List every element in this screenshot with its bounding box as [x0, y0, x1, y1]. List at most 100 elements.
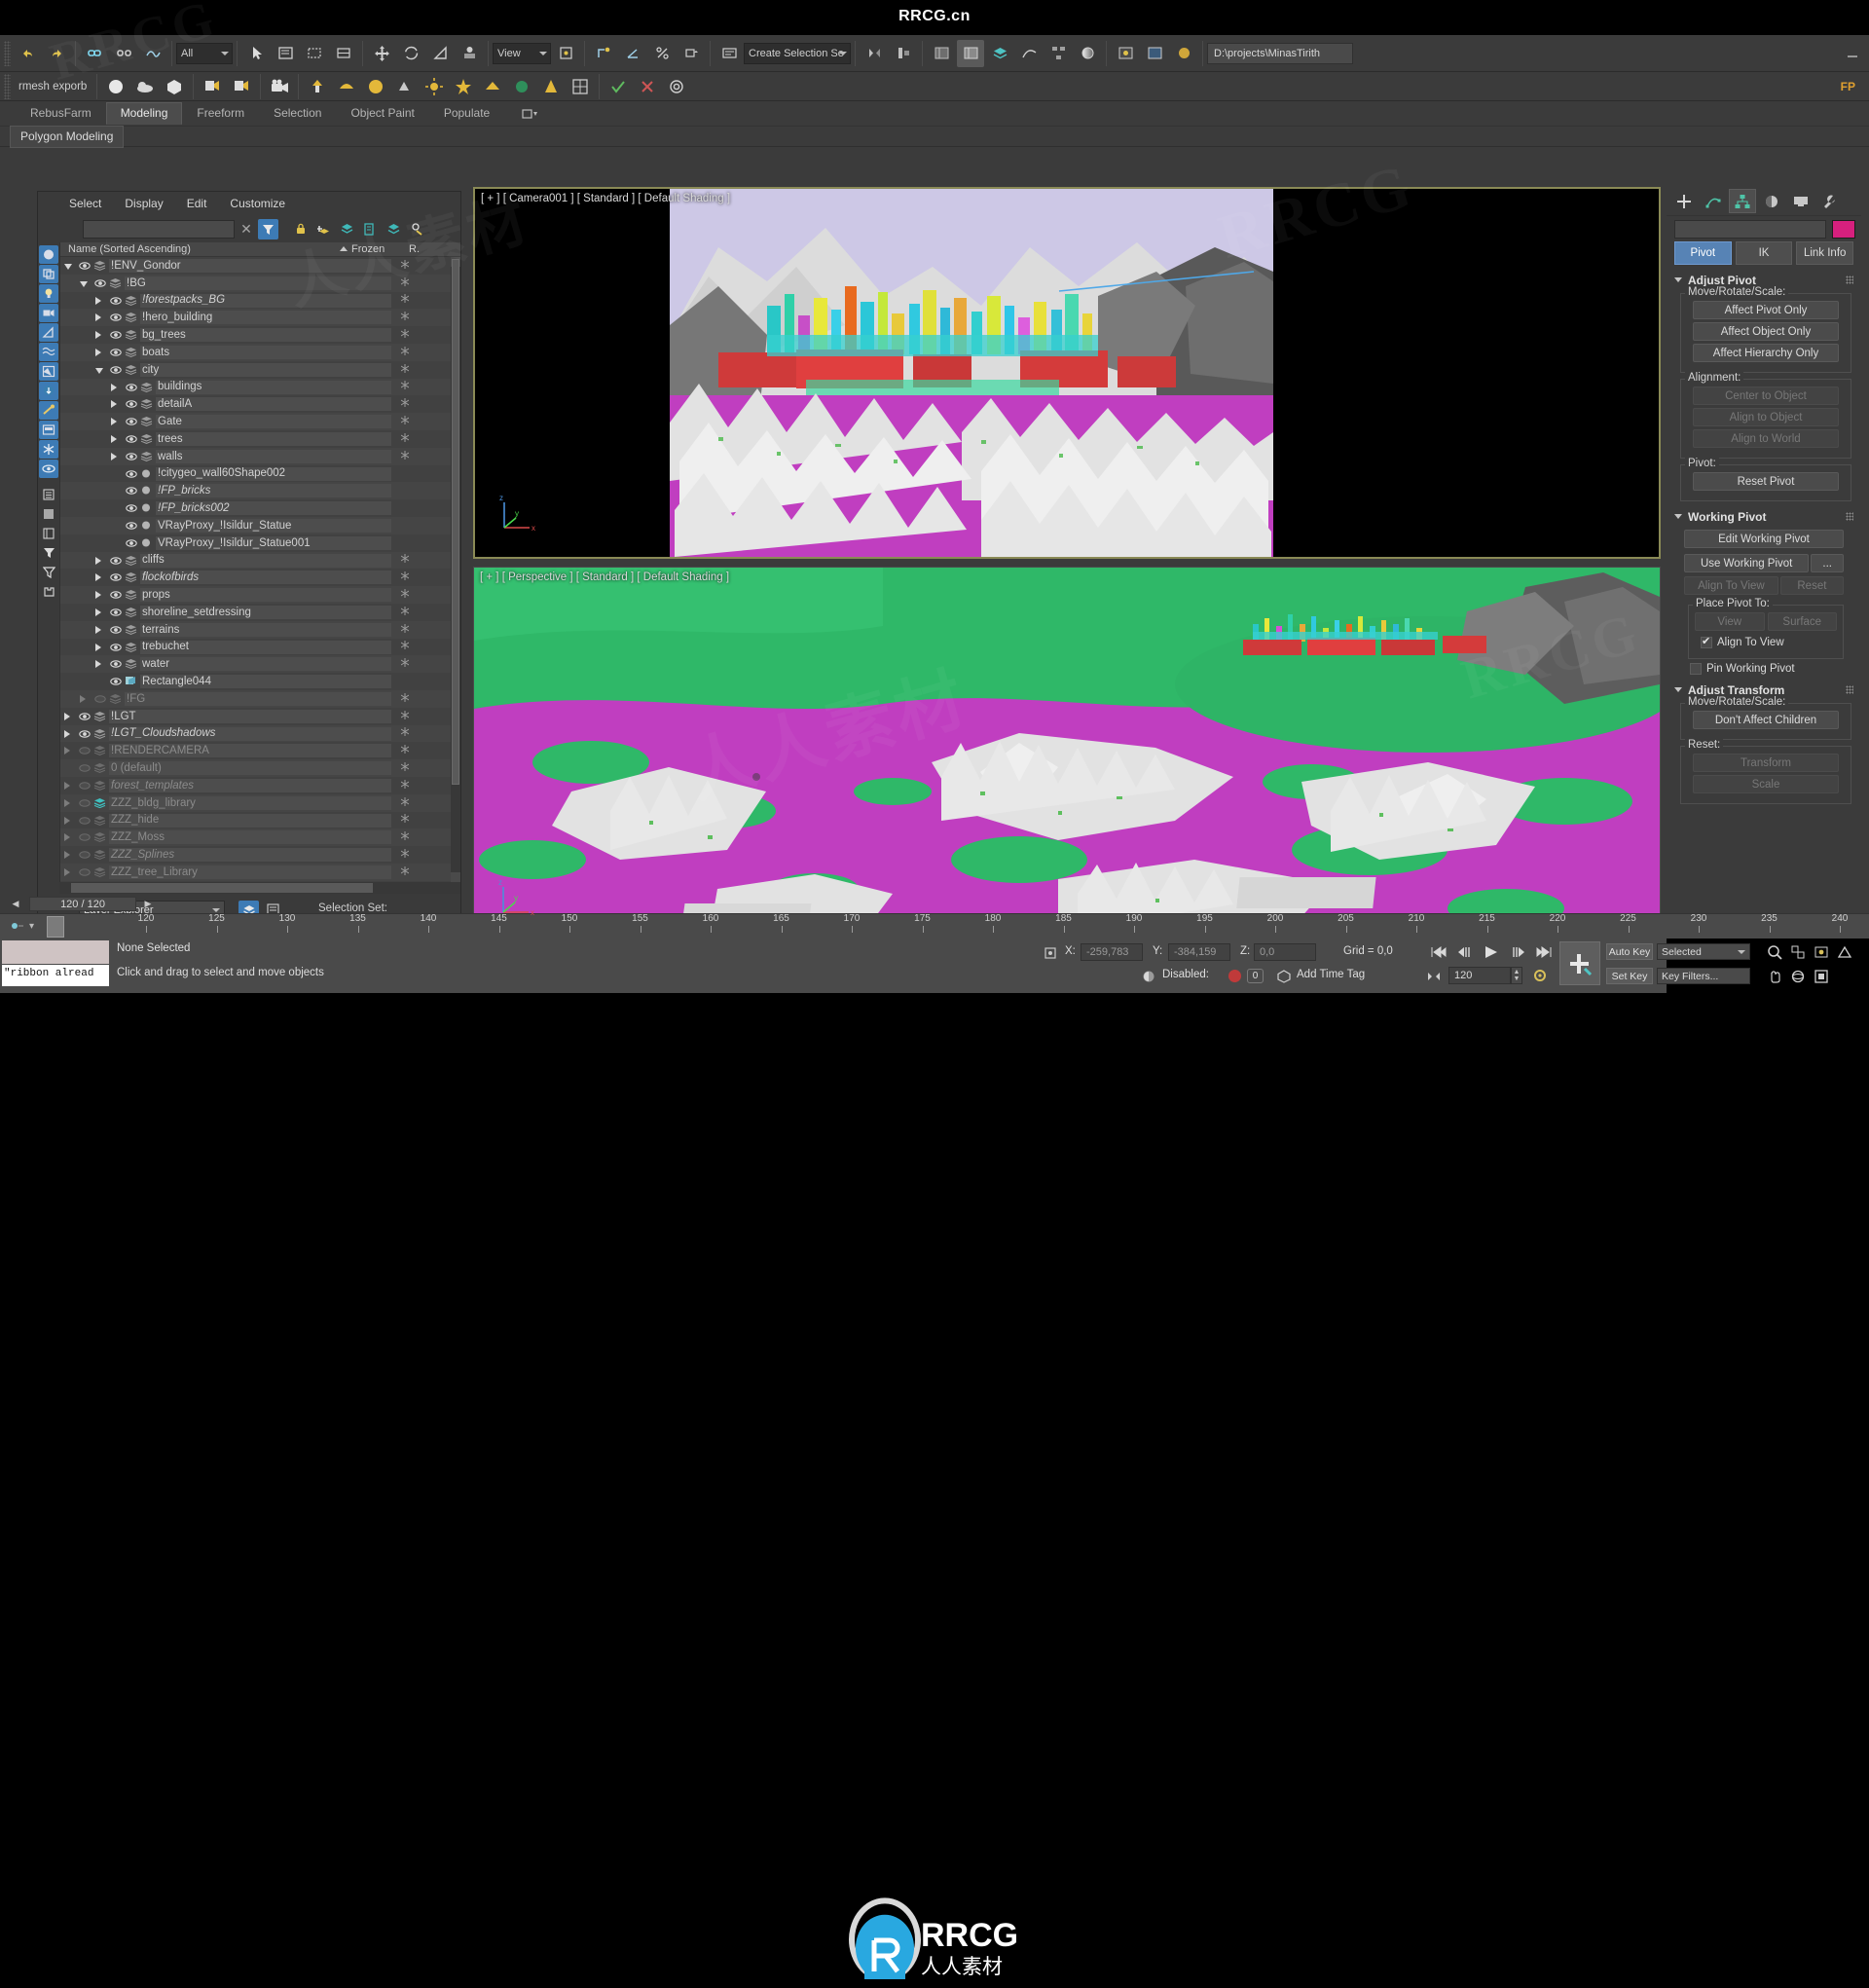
use-working-pivot-button[interactable]: Use Working Pivot — [1684, 554, 1810, 572]
layer-row[interactable]: !FG — [60, 689, 451, 708]
named-selection-set-dropdown[interactable]: Create Selection Se — [744, 42, 851, 64]
sphere-icon[interactable] — [362, 73, 389, 100]
star-icon[interactable] — [450, 73, 477, 100]
visibility-toggle-icon[interactable] — [94, 278, 106, 291]
paint-icon[interactable] — [391, 73, 419, 100]
visibility-toggle-icon[interactable] — [94, 694, 106, 707]
frozen-toggle[interactable] — [400, 745, 410, 756]
frozen-toggle[interactable] — [400, 554, 410, 566]
display-xrefs-icon[interactable] — [39, 382, 58, 400]
visibility-toggle-icon[interactable] — [126, 434, 137, 447]
tree-vertical-scrollbar[interactable] — [451, 257, 460, 882]
display-groups-icon[interactable] — [39, 362, 58, 381]
layer-row[interactable]: !BG — [60, 274, 451, 292]
frame-spinner[interactable]: ▲ ▼ — [1511, 967, 1522, 984]
y-field[interactable]: -384,159 — [1168, 943, 1230, 961]
helix-icon[interactable] — [508, 73, 535, 100]
object-name-field[interactable] — [1674, 219, 1826, 239]
rendered-frame-icon[interactable] — [1141, 40, 1168, 67]
layer-row[interactable]: forest_templates — [60, 777, 451, 794]
cross-icon[interactable] — [634, 73, 661, 100]
visibility-toggle-icon[interactable] — [110, 313, 122, 325]
snap-toggle-icon[interactable] — [590, 40, 617, 67]
display-tab-icon[interactable] — [1787, 189, 1814, 213]
filter-selected-icon[interactable] — [39, 543, 58, 562]
frozen-toggle[interactable] — [400, 865, 410, 878]
select-link-icon[interactable] — [81, 40, 108, 67]
curve-editor-icon[interactable] — [1015, 40, 1043, 67]
redo-icon[interactable] — [43, 40, 70, 67]
align-to-world-button[interactable]: Align to World — [1693, 429, 1839, 448]
visibility-toggle-icon[interactable] — [126, 383, 137, 395]
tree-rows[interactable]: !ENV_Gondor !BG !forestpacks_BG !hero_build… — [60, 257, 451, 882]
select-by-name-icon[interactable] — [272, 40, 299, 67]
layer-explorer-icon[interactable] — [928, 40, 955, 67]
current-frame-field[interactable]: 120 — [1448, 967, 1511, 984]
frame-prev-icon[interactable]: ◀ — [10, 897, 21, 911]
visibility-toggle-icon[interactable] — [126, 417, 137, 429]
frozen-toggle[interactable] — [400, 848, 410, 861]
expand-arrow-open-icon[interactable] — [80, 280, 88, 287]
expand-arrow-closed-icon[interactable] — [111, 452, 117, 460]
visibility-toggle-icon[interactable] — [110, 677, 122, 689]
menu-edit[interactable]: Edit — [175, 194, 219, 213]
display-columns-icon[interactable] — [39, 524, 58, 542]
pan-icon[interactable] — [1764, 967, 1785, 986]
layer-row[interactable]: cliffs — [60, 551, 451, 570]
frozen-toggle[interactable] — [400, 779, 410, 792]
zoom-extents-icon[interactable] — [1811, 942, 1832, 962]
render-setup-icon[interactable] — [1112, 40, 1139, 67]
align-to-view-button[interactable]: Align To View — [1684, 576, 1778, 595]
reset-transform-button[interactable]: Transform — [1693, 754, 1839, 772]
transform-typein-lock-icon[interactable] — [1040, 943, 1061, 963]
display-shapes-icon[interactable] — [39, 265, 58, 283]
select-move-icon[interactable] — [368, 40, 395, 67]
display-list-icon[interactable] — [39, 485, 58, 503]
maxscript-mini-listener-input[interactable]: "ribbon alread — [2, 965, 109, 986]
frozen-toggle[interactable] — [400, 381, 410, 392]
bind-space-warp-icon[interactable] — [139, 40, 166, 67]
visibility-toggle-icon[interactable] — [110, 607, 122, 620]
expand-arrow-closed-icon[interactable] — [95, 296, 101, 305]
visibility-toggle-icon[interactable] — [110, 330, 122, 343]
next-frame-icon[interactable] — [1507, 942, 1530, 962]
layer-props-icon[interactable] — [360, 219, 381, 239]
frozen-toggle[interactable] — [400, 623, 410, 636]
layer-row[interactable]: flockofbirds — [60, 569, 451, 586]
visibility-toggle-icon[interactable] — [110, 625, 122, 638]
frozen-toggle[interactable] — [400, 259, 410, 272]
time-tag-icon[interactable] — [1275, 969, 1293, 984]
layer-row[interactable]: ZZZ_tree_Library — [60, 863, 451, 881]
object-color-swatch[interactable] — [1832, 219, 1855, 239]
stack-icon[interactable] — [384, 219, 404, 239]
hierarchy-tab-icon[interactable] — [1729, 189, 1756, 213]
edit-working-pivot-button[interactable]: Edit Working Pivot — [1684, 530, 1844, 548]
layer-row[interactable]: water — [60, 655, 451, 674]
filter-icon[interactable] — [39, 563, 58, 581]
container-icon[interactable] — [39, 582, 58, 601]
expand-arrow-closed-icon[interactable] — [64, 833, 70, 842]
center-to-object-button[interactable]: Center to Object — [1693, 387, 1839, 405]
display-bones-icon[interactable] — [39, 401, 58, 420]
expand-arrow-closed-icon[interactable] — [95, 607, 101, 616]
visibility-toggle-icon[interactable] — [110, 643, 122, 655]
tab-populate[interactable]: Populate — [429, 102, 504, 125]
zoom-all-icon[interactable] — [1787, 942, 1809, 962]
place-pivot-view-button[interactable]: View — [1695, 612, 1765, 631]
layer-row[interactable]: !citygeo_wall60Shape002 — [60, 465, 451, 483]
display-lights-icon[interactable] — [39, 284, 58, 303]
layer-row[interactable]: trees — [60, 430, 451, 448]
frozen-toggle[interactable] — [400, 710, 410, 722]
toolbar-grip[interactable] — [4, 73, 11, 99]
pin-working-pivot-checkbox[interactable] — [1690, 663, 1702, 675]
expand-arrow-closed-icon[interactable] — [64, 712, 70, 720]
visibility-toggle-icon[interactable] — [110, 590, 122, 603]
cone-icon[interactable] — [537, 73, 565, 100]
filter-toggle-icon[interactable] — [258, 218, 278, 239]
frozen-toggle[interactable] — [400, 416, 410, 427]
reference-coord-dropdown[interactable]: View — [493, 42, 551, 64]
frozen-toggle[interactable] — [400, 796, 410, 809]
percent-snap-icon[interactable] — [648, 40, 676, 67]
visibility-toggle-icon[interactable] — [79, 763, 91, 776]
auto-key-button[interactable]: Auto Key — [1606, 943, 1653, 960]
